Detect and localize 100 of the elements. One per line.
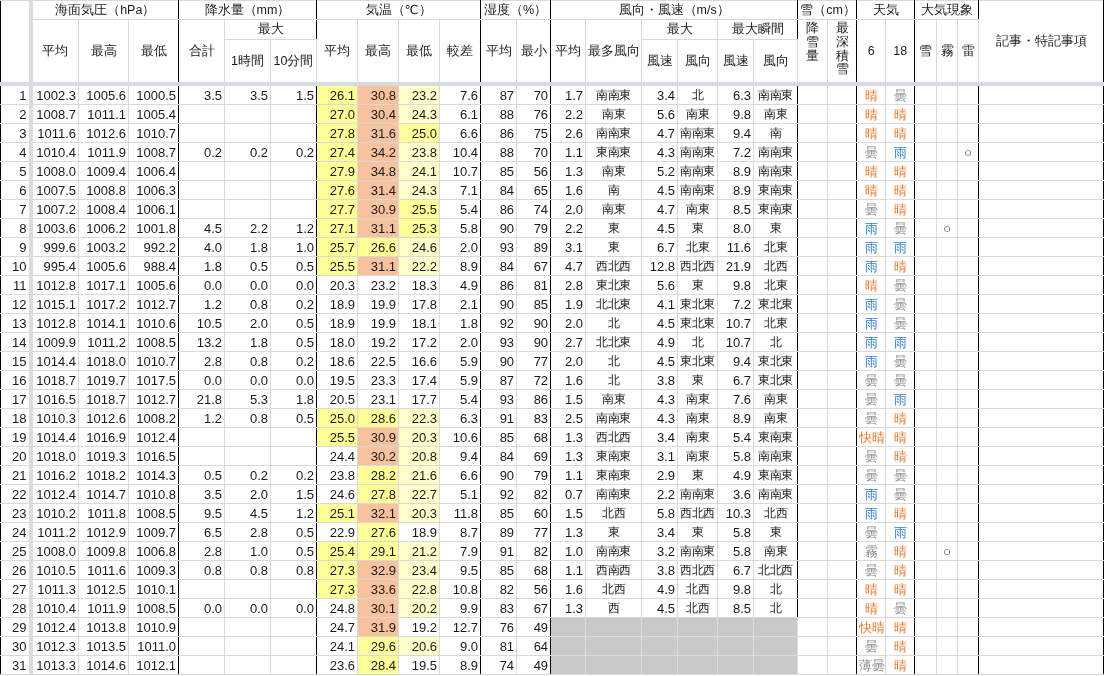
table-cell: 1010.1 [128, 579, 179, 599]
table-cell: 82 [480, 579, 517, 599]
column-header: 最大瞬間 [717, 19, 798, 40]
table-cell: 2.0 [224, 484, 271, 504]
table-cell: 7.6 [717, 389, 754, 409]
row-header: 21 [0, 465, 31, 485]
table-cell: 東南東 [753, 180, 798, 200]
row-header: 16 [0, 370, 31, 390]
table-cell: 13.2 [178, 332, 225, 352]
table-cell: 4.9 [439, 275, 481, 295]
row-header: 12 [0, 294, 31, 314]
table-cell: 19.5 [316, 370, 358, 390]
table-cell: 3.4 [641, 427, 678, 447]
table-cell: 南東 [677, 104, 718, 124]
row-header: 25 [0, 541, 31, 561]
table-cell: 20.3 [316, 275, 358, 295]
table-cell: 77 [516, 351, 551, 371]
table-cell: 1013.5 [78, 636, 129, 656]
table-cell: 4.3 [641, 389, 678, 409]
column-header: 平均 [480, 19, 517, 84]
table-cell: 0.2 [270, 465, 317, 485]
table-cell: 6.7 [641, 237, 678, 257]
table-cell: 1.2 [270, 218, 317, 238]
table-cell: 3.2 [641, 541, 678, 561]
table-cell: 82 [516, 541, 551, 561]
table-cell: 0.0 [270, 370, 317, 390]
table-cell: 79 [516, 465, 551, 485]
table-cell: 49 [516, 617, 551, 637]
table-cell: 18.9 [398, 522, 440, 542]
table-cell: 8.5 [717, 199, 754, 219]
table-cell: 西北西 [585, 427, 642, 447]
table-cell: 1005.6 [128, 275, 179, 295]
table-cell: 9.5 [178, 503, 225, 523]
table-cell: 2.9 [641, 465, 678, 485]
table-cell: 1012.4 [30, 484, 79, 504]
table-cell: 北北西 [753, 560, 798, 580]
table-cell: 1011.1 [78, 104, 129, 124]
table-cell: 東北東 [677, 351, 718, 371]
row-header: 30 [0, 636, 31, 656]
table-cell: 晴 [885, 560, 915, 580]
table-cell: 1016.5 [128, 446, 179, 466]
table-cell: 1014.4 [30, 427, 79, 447]
row-header: 24 [0, 522, 31, 542]
table-cell: 曇 [856, 560, 886, 580]
table-cell: 雨 [856, 332, 886, 352]
table-cell: 90 [480, 351, 517, 371]
table-cell: 1.2 [178, 408, 225, 428]
table-cell: 東北東 [585, 275, 642, 295]
table-cell: 49 [516, 655, 551, 675]
table-cell: 1008.0 [30, 541, 79, 561]
table-cell: 曇 [885, 84, 915, 105]
table-cell: 1013.3 [30, 655, 79, 675]
table-cell: 84 [480, 180, 517, 200]
table-cell: 1006.8 [128, 541, 179, 561]
table-cell: 1012.7 [128, 389, 179, 409]
table-cell: 南南東 [753, 84, 798, 105]
table-cell: 23.1 [357, 389, 399, 409]
column-header: 海面気圧（hPa） [30, 0, 179, 20]
table-cell: 1009.8 [78, 541, 129, 561]
table-cell: 1017.5 [128, 370, 179, 390]
table-cell: 晴 [856, 180, 886, 200]
table-cell: 1011.3 [30, 579, 79, 599]
table-cell: 2.0 [439, 237, 481, 257]
table-cell: 90 [516, 313, 551, 333]
table-cell: 1008.7 [30, 104, 79, 124]
table-cell: 81 [516, 275, 551, 295]
table-cell: 1008.5 [128, 332, 179, 352]
table-cell: 67 [516, 256, 551, 276]
table-cell: 3.4 [641, 84, 678, 105]
table-cell: 74 [480, 655, 517, 675]
table-cell: 南南東 [753, 161, 798, 181]
table-cell: 1012.4 [128, 427, 179, 447]
row-header: 23 [0, 503, 31, 523]
table-cell: 995.4 [30, 256, 79, 276]
table-cell: 69 [516, 446, 551, 466]
table-cell: 77 [516, 522, 551, 542]
table-cell: 南南東 [677, 142, 718, 162]
row-header: 15 [0, 351, 31, 371]
table-cell: 1009.4 [78, 161, 129, 181]
table-cell: 4.5 [178, 218, 225, 238]
column-header: 最多風向 [585, 19, 642, 84]
column-header: 大気現象 [914, 0, 979, 20]
table-cell: 晴 [885, 256, 915, 276]
table-cell: 1010.8 [128, 484, 179, 504]
table-cell: 67 [516, 598, 551, 618]
table-cell: 東 [677, 218, 718, 238]
table-cell: 90 [480, 465, 517, 485]
table-cell: 東北東 [677, 294, 718, 314]
table-cell: 雨 [856, 218, 886, 238]
table-cell: 1018.0 [78, 351, 129, 371]
table-cell: 4.1 [641, 294, 678, 314]
row-header: 1 [0, 84, 31, 105]
table-cell: 8.9 [439, 256, 481, 276]
table-cell: 1010.6 [128, 313, 179, 333]
table-cell: 1.1 [550, 465, 586, 485]
table-cell: 79 [516, 218, 551, 238]
table-cell: 南南東 [753, 446, 798, 466]
table-cell: 1009.3 [128, 560, 179, 580]
table-cell: 18.6 [316, 351, 358, 371]
table-cell: 雨 [885, 332, 915, 352]
